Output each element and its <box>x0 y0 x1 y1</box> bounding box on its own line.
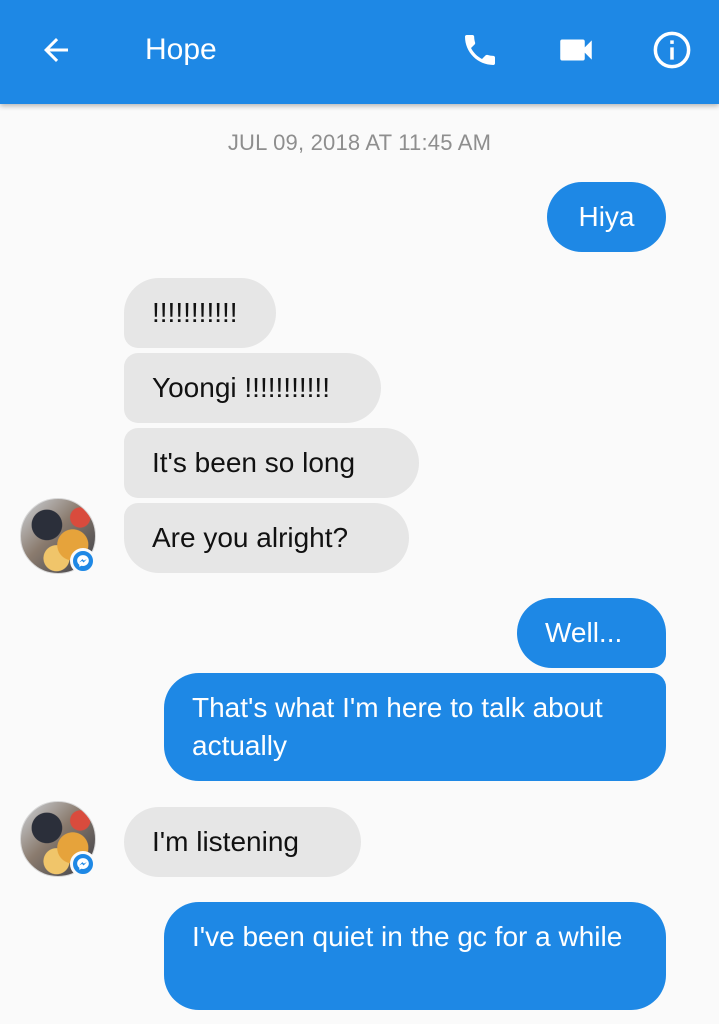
contact-name[interactable]: Hope <box>145 32 217 68</box>
message-bubble-incoming[interactable]: Are you alright? <box>124 503 409 573</box>
message-bubble-outgoing[interactable]: Well... <box>517 598 666 668</box>
info-icon <box>653 31 691 69</box>
message-bubble-outgoing[interactable]: That's what I'm here to talk about actua… <box>164 673 666 781</box>
video-call-button[interactable] <box>548 22 604 78</box>
info-button[interactable] <box>644 22 700 78</box>
message-bubble-incoming[interactable]: It's been so long <box>124 428 419 498</box>
video-camera-icon <box>560 39 592 61</box>
message-bubble-outgoing[interactable]: Hiya <box>547 182 666 252</box>
arrow-left-icon <box>44 38 68 62</box>
app-bar: Hope <box>0 0 719 104</box>
conversation-timestamp: JUL 09, 2018 AT 11:45 AM <box>227 130 492 155</box>
message-bubble-incoming[interactable]: Yoongi !!!!!!!!!!! <box>124 353 381 423</box>
message-bubble-incoming[interactable]: I'm listening <box>124 807 361 877</box>
message-bubble-incoming[interactable]: !!!!!!!!!!! <box>124 278 276 348</box>
voice-call-button[interactable] <box>452 22 508 78</box>
phone-icon <box>465 35 495 65</box>
message-bubble-outgoing[interactable]: I've been quiet in the gc for a while <box>164 902 666 1010</box>
messenger-badge-icon <box>70 851 96 877</box>
back-button[interactable] <box>28 22 84 78</box>
messenger-badge-icon <box>70 548 96 574</box>
